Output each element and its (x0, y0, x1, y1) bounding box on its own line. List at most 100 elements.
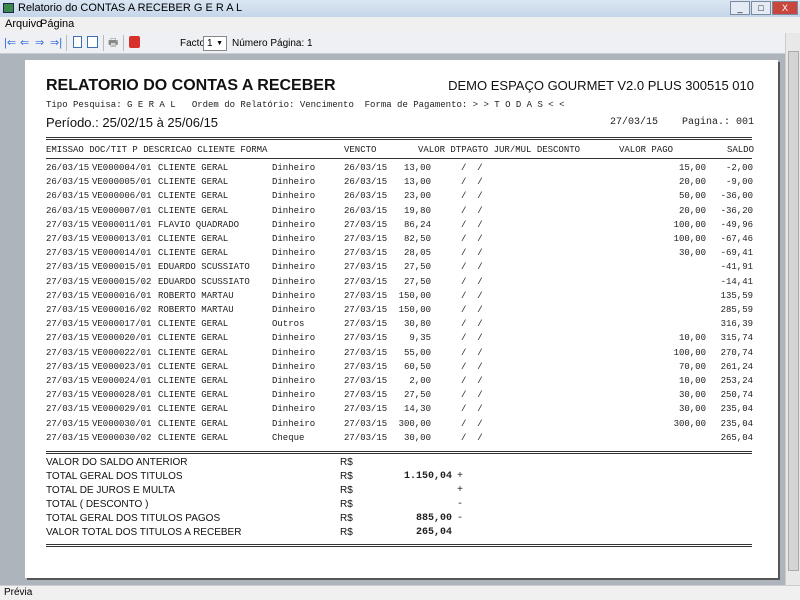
cell-doc: VE000020/01 (92, 333, 152, 344)
cell-dtpagto: / / (461, 276, 483, 287)
cell-forma: Dinheiro (272, 262, 316, 273)
cell-valor: 28,05 (403, 248, 431, 259)
toolbar: |⇐ ⇐ ⇒ ⇒| 🖶 Factor: Número Página: 1 (0, 32, 800, 54)
cell-cliente: CLIENTE GERAL (158, 163, 229, 173)
summary-label: TOTAL DE JUROS E MULTA (46, 485, 175, 496)
cell-forma: Dinheiro (272, 191, 316, 202)
cell-emissao: 27/03/15 (46, 262, 90, 273)
last-page-icon[interactable]: ⇒| (50, 36, 62, 50)
summary-currency: R$ (340, 457, 353, 468)
cell-forma: Dinheiro (272, 404, 316, 415)
cell-cliente: CLIENTE GERAL (158, 319, 229, 330)
cell-emissao: 27/03/15 (46, 404, 90, 415)
cell-valor: 27,50 (403, 390, 431, 401)
print-icon[interactable]: 🖶 (108, 36, 118, 50)
menu-arquivo[interactable]: Arquivo (5, 18, 42, 30)
summary-sign: - (457, 499, 464, 510)
maximize-button[interactable]: □ (751, 1, 771, 15)
report-filters: Tipo Pesquisa: G E R A L Ordem do Relató… (46, 100, 565, 110)
cell-valor: 13,00 (403, 163, 431, 173)
cell-saldo: -2,00 (725, 163, 753, 173)
cell-doc: VE000016/01 (92, 290, 152, 301)
next-page-icon[interactable]: ⇒ (35, 36, 44, 50)
cell-doc: VE000030/01 (92, 418, 152, 429)
cell-cliente: CLIENTE GERAL (158, 248, 229, 259)
cell-dtpagto: / / (461, 347, 483, 358)
cell-emissao: 26/03/15 (46, 205, 90, 216)
cell-valor: 27,50 (403, 262, 431, 273)
summary-currency: R$ (340, 527, 353, 538)
cell-dtpagto: / / (461, 234, 483, 244)
cell-forma: Dinheiro (272, 219, 316, 230)
cell-dtpagto: / / (461, 219, 483, 230)
cell-forma: Dinheiro (272, 305, 316, 315)
cell-dtpagto: / / (461, 191, 483, 202)
prev-page-icon[interactable]: ⇐ (20, 36, 29, 50)
cell-saldo: -49,96 (720, 219, 753, 230)
factor-select[interactable]: 1 ▼ (203, 36, 227, 51)
cell-emissao: 26/03/15 (46, 191, 90, 202)
cell-dtpagto: / / (461, 361, 483, 372)
cell-emissao: 27/03/15 (46, 319, 90, 330)
title-bar: Relatorio do CONTAS A RECEBER G E R A L … (0, 0, 800, 17)
cell-emissao: 26/03/15 (46, 163, 90, 173)
cell-saldo: -36,20 (720, 205, 753, 216)
close-report-icon[interactable] (129, 36, 140, 48)
two-page-icon[interactable] (87, 36, 98, 48)
cell-cliente: EDUARDO SCUSSIATO (158, 276, 250, 287)
cell-emissao: 27/03/15 (46, 361, 90, 372)
minimize-button[interactable]: _ (730, 1, 750, 15)
cell-forma: Dinheiro (272, 333, 316, 344)
cell-doc: VE000029/01 (92, 404, 152, 415)
col-header-mid: VALOR DTPAGTO JUR/MUL DESCONTO (418, 145, 581, 155)
cell-emissao: 27/03/15 (46, 219, 90, 230)
close-button[interactable]: X (772, 1, 798, 15)
cell-cliente: CLIENTE GERAL (158, 390, 229, 401)
cell-doc: VE000006/01 (92, 191, 152, 202)
report-title: RELATORIO DO CONTAS A RECEBER (46, 77, 336, 94)
cell-doc: VE000028/01 (92, 390, 152, 401)
cell-doc: VE000030/02 (92, 432, 152, 443)
cell-valor: 2,00 (409, 376, 431, 386)
cell-saldo: 261,24 (720, 361, 753, 372)
single-page-icon[interactable] (73, 36, 82, 48)
cell-dtpagto: / / (461, 390, 483, 401)
cell-cliente: CLIENTE GERAL (158, 177, 229, 188)
cell-valor: 300,00 (398, 418, 431, 429)
cell-emissao: 27/03/15 (46, 376, 90, 386)
vertical-scrollbar[interactable] (785, 33, 800, 585)
summary-value: 265,04 (415, 527, 452, 538)
cell-cliente: CLIENTE GERAL (158, 347, 229, 358)
menu-pagina[interactable]: Página (40, 18, 74, 30)
cell-cliente: CLIENTE GERAL (158, 333, 229, 344)
cell-saldo: 253,24 (720, 376, 753, 386)
cell-cliente: ROBERTO MARTAU (158, 290, 234, 301)
summary-currency: R$ (340, 471, 353, 482)
col-header-vencto: VENCTO (344, 145, 377, 155)
cell-dtpagto: / / (461, 248, 483, 259)
cell-dtpagto: / / (461, 163, 483, 173)
col-header-saldo: SALDO (726, 145, 754, 155)
first-page-icon[interactable]: |⇐ (4, 36, 16, 50)
cell-doc: VE000011/01 (92, 219, 152, 230)
cell-doc: VE000015/02 (92, 276, 152, 287)
cell-valor: 30,80 (403, 319, 431, 330)
cell-forma: Dinheiro (272, 361, 316, 372)
cell-cliente: CLIENTE GERAL (158, 432, 229, 443)
report-date: 27/03/15 (610, 117, 659, 128)
cell-cliente: CLIENTE GERAL (158, 205, 229, 216)
cell-doc: VE000016/02 (92, 305, 152, 315)
cell-forma: Dinheiro (272, 418, 316, 429)
cell-forma: Dinheiro (272, 205, 316, 216)
cell-cliente: CLIENTE GERAL (158, 376, 229, 386)
summary-sign: - (457, 513, 464, 524)
summary-label: TOTAL ( DESCONTO ) (46, 499, 149, 510)
cell-dtpagto: / / (461, 205, 483, 216)
cell-valor: 19,80 (403, 205, 431, 216)
cell-doc: VE000004/01 (92, 163, 152, 173)
cell-dtpagto: / / (461, 376, 483, 386)
cell-saldo: 265,04 (720, 432, 753, 443)
cell-saldo: 235,04 (720, 404, 753, 415)
cell-forma: Dinheiro (272, 347, 316, 358)
cell-forma: Dinheiro (272, 290, 316, 301)
